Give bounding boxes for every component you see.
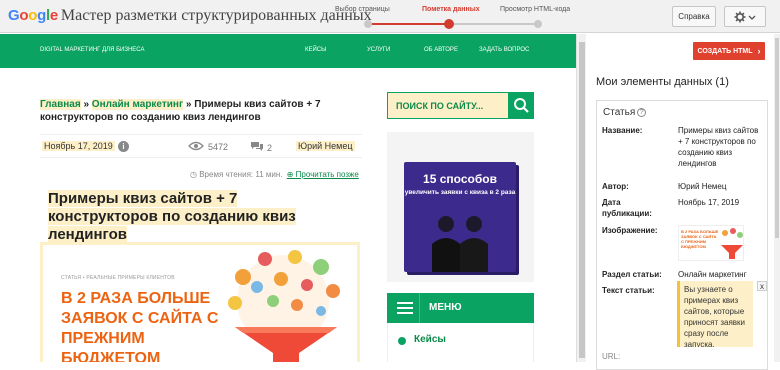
breadcrumb-home[interactable]: Главная [40,99,81,110]
app-title: Google Мастер разметки структурированных … [8,7,372,25]
nav-cases[interactable]: КЕЙСЫ [305,47,326,53]
site-search: ПОИСК ПО САЙТУ... [387,92,534,119]
read-time: ◷ Время чтения: 11 мин. ⊕ Прочитать позж… [190,170,359,179]
card-title: Статья? [603,107,647,118]
step-tag-data[interactable]: Пометка данных [422,6,480,13]
step-progress-done [368,23,446,25]
site-navbar: DIGITAL МАРКЕТИНГ ДЛЯ БИЗНЕСА КЕЙСЫ УСЛУ… [0,34,576,68]
hamburger-icon [397,302,413,314]
read-later-label: Прочитать позже [295,170,359,179]
gear-icon [734,11,756,22]
field-label-text: Текст статьи: [602,286,655,295]
settings-button[interactable] [724,6,766,27]
field-label-section: Раздел статьи: [602,270,662,279]
ebook-authors-photo [432,216,488,272]
ebook-title: 15 способов [423,172,497,186]
panel-title: Мои элементы данных (1) [596,76,729,88]
step-dot-2 [444,19,454,29]
hero-headline: В 2 РАЗА БОЛЬШЕ ЗАЯВОК С САЙТА С ПРЕЖНИМ… [61,290,219,362]
help-button[interactable]: Справка [672,6,716,27]
comments-value: 2 [267,143,273,153]
sidebar-menu-header[interactable]: МЕНЮ [387,293,534,323]
step-dot-1 [364,20,372,28]
hero-image[interactable]: СТАТЬЯ • РЕАЛЬНЫЕ ПРИМЕРЫ КЛИЕНТОВ В 2 Р… [40,242,360,362]
search-icon [514,98,529,113]
step-select-page[interactable]: Выбор страницы [335,6,390,13]
site-tagline: DIGITAL МАРКЕТИНГ ДЛЯ БИЗНЕСА [40,47,145,53]
create-html-label: СОЗДАТЬ HTML [697,47,753,55]
wizard-steps: Выбор страницы Пометка данных Просмотр H… [322,0,582,33]
nav-about[interactable]: ОБ АВТОРЕ [424,47,458,53]
read-time-text: Время чтения: 11 мин. [199,170,283,179]
field-label-url: URL: [602,352,621,361]
ebook-promo[interactable]: 15 способов увеличить заявки с квиза в 2… [387,132,534,282]
comments-icon [251,142,263,151]
article-meta: Ноябрь 17, 2019 i 5472 2 Юрий Немец [40,134,362,158]
field-value-date[interactable]: Ноябрь 17, 2019 [678,197,764,208]
breadcrumb-separator: » [80,99,92,110]
article-title-text: Примеры квиз сайтов + 7 конструкторов по… [48,190,296,243]
clock-icon: ◷ [190,170,200,179]
views-value: 5472 [208,142,229,152]
step-progress-remaining [448,23,538,25]
panel-scrollbar-thumb[interactable] [775,38,779,238]
remove-field-button[interactable]: x [757,281,767,291]
ebook-subtitle: увеличить заявки с квиза в 2 раза [404,189,516,196]
field-label-image: Изображение: [602,226,658,235]
article-title[interactable]: Примеры квиз сайтов + 7 конструкторов по… [48,190,348,244]
field-label-date: Дата публикации: [602,198,652,218]
step-dot-3 [534,20,542,28]
funnel-illustration [228,250,340,362]
breadcrumb-category[interactable]: Онлайн маркетинг [91,99,184,110]
info-icon[interactable]: i [118,141,129,152]
eye-icon [188,141,204,151]
field-label-name: Название: [602,126,643,135]
help-icon[interactable]: ? [637,108,647,117]
field-value-text[interactable]: Вы узнаете о примерах квиз сайтов, котор… [677,281,753,347]
step-view-html[interactable]: Просмотр HTML-кода [500,6,570,13]
article-date[interactable]: Ноябрь 17, 2019 [42,141,115,151]
search-button[interactable] [509,92,534,119]
chevron-right-icon: › [757,46,761,56]
tool-header: Google Мастер разметки структурированных … [0,0,780,33]
field-value-name[interactable]: Примеры квиз сайтов + 7 конструкторов по… [678,125,764,169]
nav-ask[interactable]: ЗАДАТЬ ВОПРОС [479,47,529,53]
data-items-panel: СОЗДАТЬ HTML › Мои элементы данных (1) Ст… [586,34,780,370]
article-author[interactable]: Юрий Немец [296,141,355,151]
bullet-icon [398,337,406,345]
thumb-funnel [721,228,743,259]
card-title-text: Статья [603,107,636,118]
ebook-cover: 15 способов увеличить заявки с квиза в 2… [404,162,516,272]
sidebar-item-label: Кейсы [414,334,446,345]
preview-scrollbar-thumb[interactable] [579,42,585,358]
panel-scrollbar[interactable] [774,34,780,362]
chevron-down-icon [748,15,756,20]
breadcrumb-separator: » [183,99,195,110]
sidebar-item-cases[interactable]: Кейсы [387,323,534,362]
create-html-button[interactable]: СОЗДАТЬ HTML › [693,42,765,60]
menu-divider [419,293,420,323]
views-count: 5472 [188,141,228,152]
read-later-link[interactable]: ⊕ Прочитать позже [287,170,359,179]
breadcrumb: Главная » Онлайн маркетинг » Примеры кви… [40,98,350,124]
field-value-section[interactable]: Онлайн маркетинг [678,269,764,280]
field-value-image[interactable]: В 2 РАЗА БОЛЬШЕ ЗАЯВОК С САЙТА С ПРЕЖНИМ… [678,225,744,261]
article-item-card: Статья? Название: Примеры квиз сайтов + … [596,100,768,370]
field-value-author[interactable]: Юрий Немец [678,181,764,192]
help-button-label: Справка [678,12,710,21]
nav-services[interactable]: УСЛУГИ [367,47,390,53]
comments-count[interactable]: 2 [250,141,272,153]
thumb-headline: В 2 РАЗА БОЛЬШЕ ЗАЯВОК С САЙТА С ПРЕЖНИМ… [681,229,719,249]
bookmark-icon: ⊕ [286,170,296,179]
page-preview[interactable]: DIGITAL МАРКЕТИНГ ДЛЯ БИЗНЕСА КЕЙСЫ УСЛУ… [0,34,576,362]
hero-kicker: СТАТЬЯ • РЕАЛЬНЫЕ ПРИМЕРЫ КЛИЕНТОВ [61,275,175,281]
search-input[interactable]: ПОИСК ПО САЙТУ... [387,92,509,119]
menu-label: МЕНЮ [429,302,462,313]
field-label-author: Автор: [602,182,629,191]
google-logo: Google [8,7,58,24]
preview-scrollbar[interactable] [576,34,586,362]
